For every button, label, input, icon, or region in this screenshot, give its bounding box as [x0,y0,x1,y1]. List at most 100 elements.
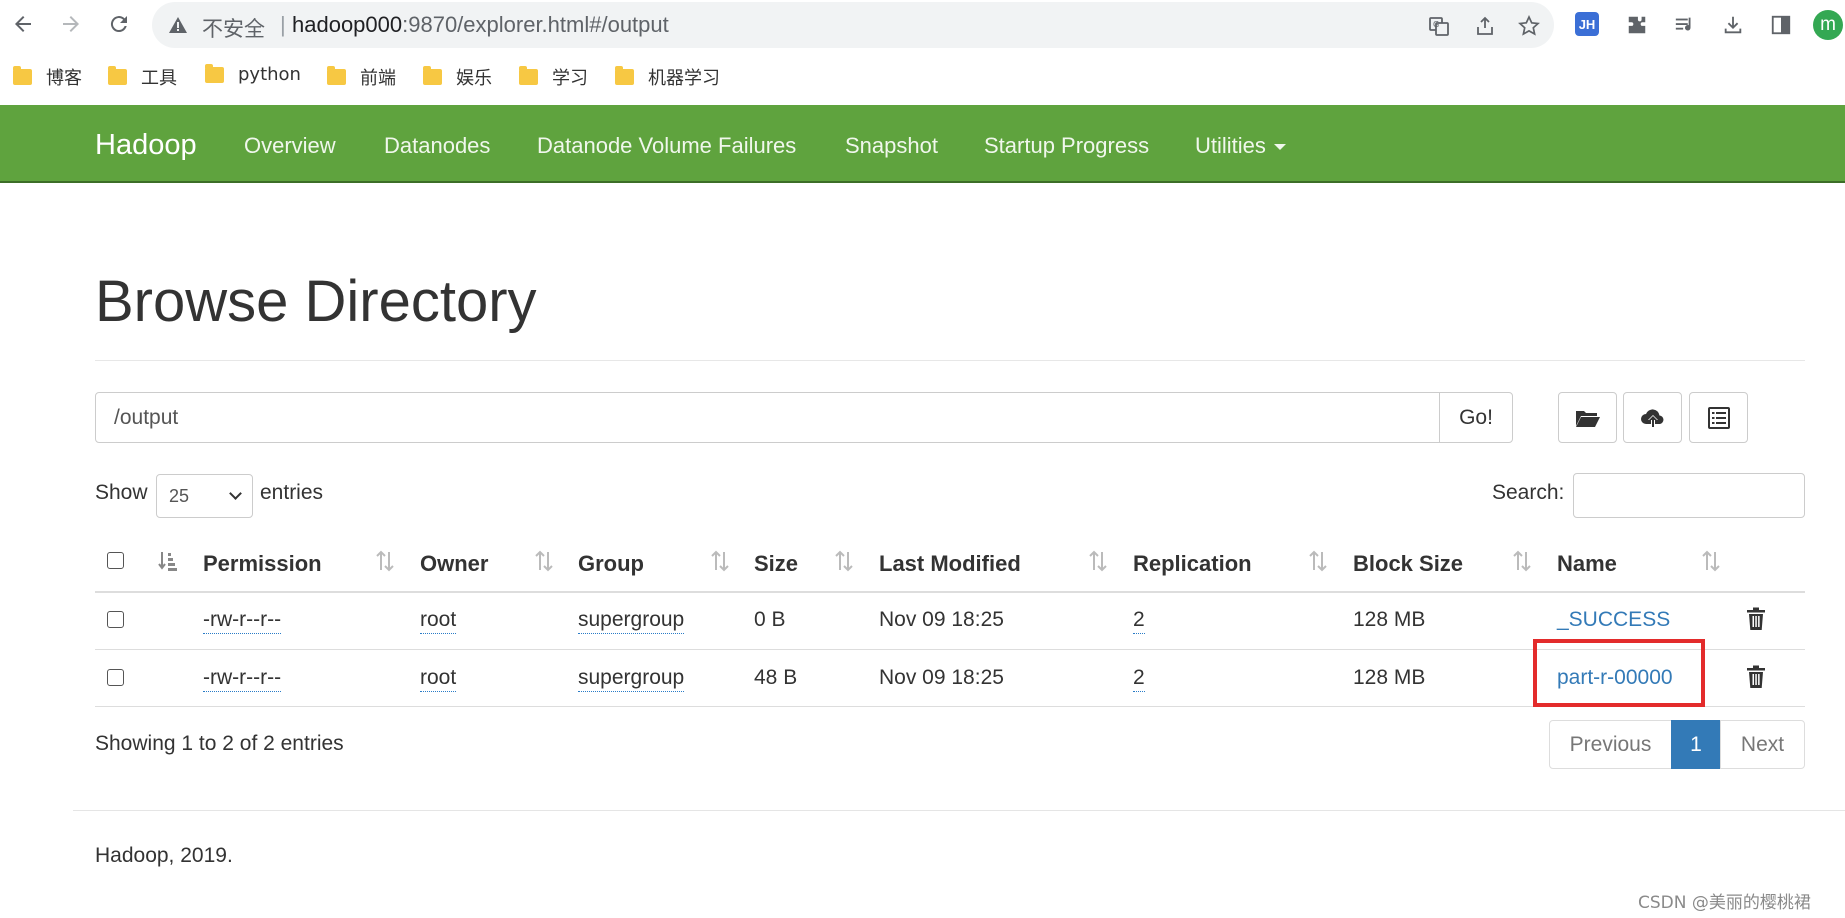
share-icon[interactable] [1474,15,1496,37]
column-header-block-size[interactable]: Block Size [1353,551,1463,577]
replication-cell[interactable]: 2 [1133,608,1145,634]
sort-icon[interactable] [374,549,396,573]
nav-datanodes[interactable]: Datanodes [384,133,490,159]
column-header-name[interactable]: Name [1557,551,1617,577]
sort-icon[interactable] [1511,549,1533,573]
search-label: Search: [1492,481,1565,504]
nav-datanode-volume-failures[interactable]: Datanode Volume Failures [537,133,796,159]
sort-icon[interactable] [1700,549,1722,573]
side-panel-icon[interactable] [1768,12,1794,38]
folder-icon [13,66,32,85]
folder-icon [519,66,538,85]
divider [95,360,1805,361]
cloud-upload-icon [1640,408,1663,427]
column-header-permission[interactable]: Permission [203,551,322,577]
permission-cell[interactable]: -rw-r--r-- [203,608,282,634]
hadoop-navbar: Hadoop Overview Datanodes Datanode Volum… [0,105,1845,183]
folder-icon [423,66,442,85]
row-checkbox[interactable] [107,669,124,686]
trash-icon[interactable] [1745,607,1767,631]
reload-icon[interactable] [104,9,134,39]
show-label: Show [95,481,148,504]
group-cell[interactable]: supergroup [578,666,685,692]
download-icon[interactable] [1720,12,1746,38]
row-checkbox[interactable] [107,611,124,628]
last-modified-cell: Nov 09 18:25 [879,666,1004,689]
caret-down-icon [1273,144,1286,151]
navbar-brand[interactable]: Hadoop [95,129,197,162]
previous-page-button[interactable]: Previous [1549,720,1672,769]
profile-avatar[interactable]: m [1813,10,1843,40]
column-header-group[interactable]: Group [578,551,644,577]
bookmark-entertainment[interactable]: 娱乐 [423,64,492,90]
block-size-cell: 128 MB [1353,666,1426,689]
forward-icon[interactable] [56,9,86,39]
sort-icon[interactable] [1307,549,1329,573]
cut-paste-list-button[interactable] [1689,392,1748,443]
trash-icon[interactable] [1745,665,1767,689]
column-header-owner[interactable]: Owner [420,551,488,577]
list-alt-icon [1707,406,1730,429]
url-host: hadoop000 [292,12,403,37]
entries-label: entries [260,481,324,504]
page-title: Browse Directory [95,269,537,334]
column-header-size[interactable]: Size [754,551,798,577]
entries-per-page-select[interactable]: 25 [156,474,253,518]
go-button[interactable]: Go! [1439,392,1513,443]
back-icon[interactable] [8,9,38,39]
permission-cell[interactable]: -rw-r--r-- [203,666,282,692]
group-cell[interactable]: supergroup [578,608,685,634]
jh-extension-icon[interactable]: JH [1575,12,1599,36]
security-label: 不安全 [202,17,265,41]
owner-cell[interactable]: root [420,666,457,692]
create-directory-button[interactable] [1558,392,1617,443]
table-info: Showing 1 to 2 of 2 entries [95,732,344,755]
bookmark-blog[interactable]: 博客 [13,64,82,90]
footer-text: Hadoop, 2019. [95,844,233,867]
page-1-button[interactable]: 1 [1671,720,1721,769]
bookmark-python[interactable]: python [205,63,301,85]
upload-button[interactable] [1623,392,1682,443]
sort-amount-icon[interactable] [157,549,179,573]
sort-icon[interactable] [833,549,855,573]
sort-icon[interactable] [1087,549,1109,573]
column-header-last-modified[interactable]: Last Modified [879,551,1021,577]
url-text: hadoop000:9870/explorer.html#/output [292,12,669,38]
sort-icon[interactable] [709,549,731,573]
next-page-button[interactable]: Next [1720,720,1805,769]
bookmark-tools[interactable]: 工具 [108,64,177,90]
nav-snapshot[interactable]: Snapshot [845,133,938,159]
folder-open-icon [1575,410,1600,427]
nav-overview[interactable]: Overview [244,133,336,159]
file-name-link[interactable]: _SUCCESS [1557,608,1670,632]
chevron-down-icon [229,487,242,500]
footer-divider [73,810,1845,811]
url-path: :9870/explorer.html#/output [402,12,669,37]
last-modified-cell: Nov 09 18:25 [879,608,1004,631]
highlight-annotation-box [1533,639,1705,707]
sort-icon[interactable] [533,549,555,573]
directory-path-input[interactable] [95,392,1440,443]
watermark: CSDN @美丽的樱桃裙 [1638,893,1811,913]
search-input[interactable] [1573,473,1805,518]
bookmark-study[interactable]: 学习 [519,64,588,90]
column-header-replication[interactable]: Replication [1133,551,1252,577]
replication-cell[interactable]: 2 [1133,666,1145,692]
svg-text:G: G [1433,20,1439,29]
browser-toolbar: 不安全 | hadoop000:9870/explorer.html#/outp… [0,0,1845,50]
nav-startup-progress[interactable]: Startup Progress [984,133,1149,159]
size-cell: 48 B [754,666,798,689]
bookmark-frontend[interactable]: 前端 [327,64,396,90]
warning-icon [169,17,187,33]
select-all-checkbox[interactable] [107,552,124,569]
nav-utilities[interactable]: Utilities [1195,133,1286,159]
media-playlist-icon[interactable] [1672,12,1698,38]
size-cell: 0 B [754,608,786,631]
bookmark-star-icon[interactable] [1518,15,1540,37]
translate-icon[interactable]: G [1428,15,1450,37]
folder-icon [615,66,634,85]
owner-cell[interactable]: root [420,608,457,634]
extensions-puzzle-icon[interactable] [1624,12,1650,38]
address-bar[interactable]: 不安全 | hadoop000:9870/explorer.html#/outp… [152,2,1554,48]
bookmark-machine-learning[interactable]: 机器学习 [615,64,720,90]
